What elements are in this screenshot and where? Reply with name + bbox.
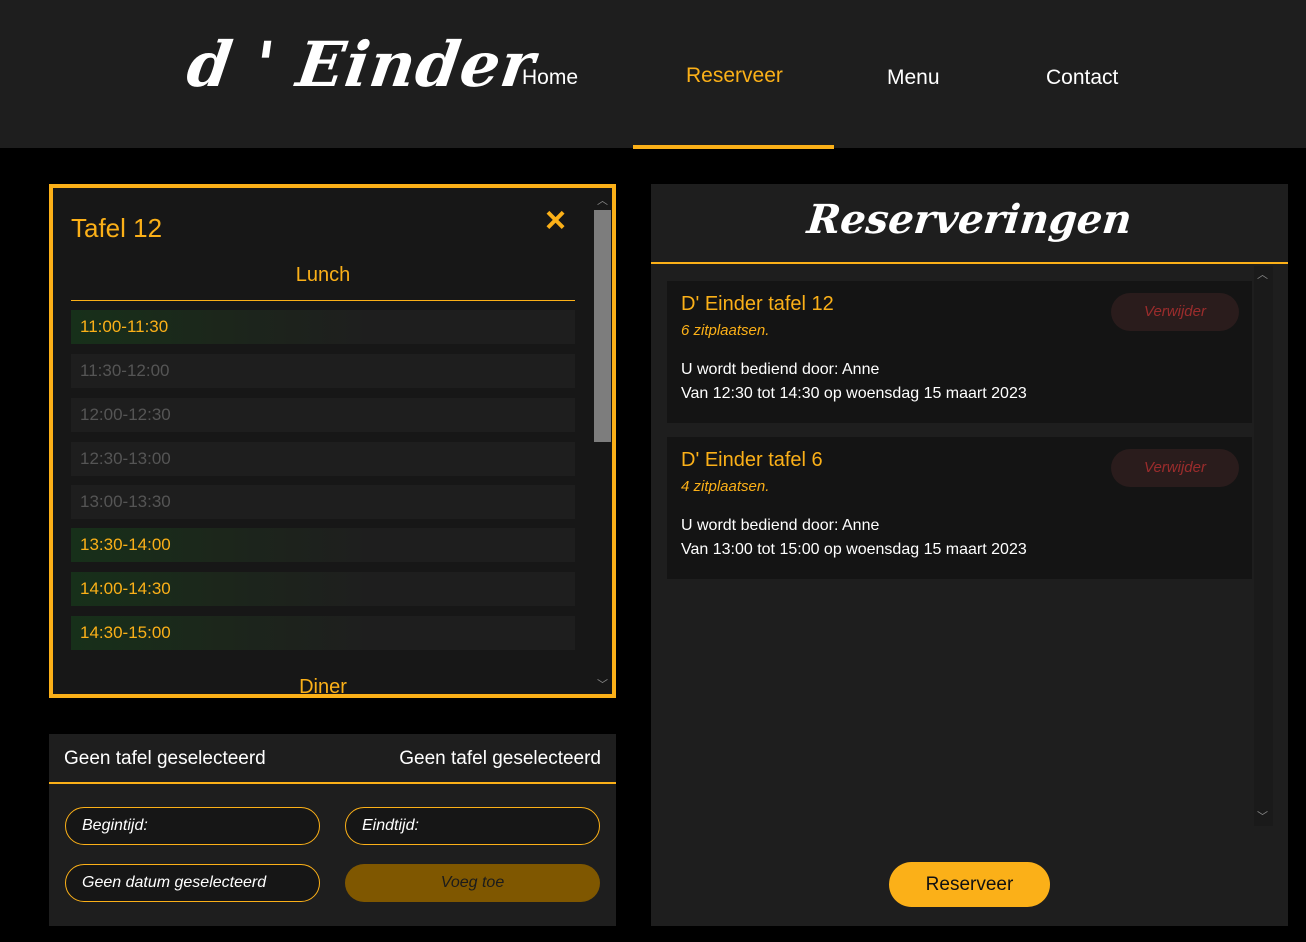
site-header: d ' Einder Home Reserveer Menu Contact [0, 0, 1306, 149]
time-slot[interactable]: 13:30-14:00 [71, 528, 575, 562]
nav-home[interactable]: Home [522, 66, 578, 90]
reservation-card: D' Einder tafel 12 6 zitplaatsen. U word… [667, 281, 1252, 423]
add-button[interactable]: Voeg toe [345, 864, 600, 902]
reservation-seats: 4 zitplaatsen. [681, 478, 770, 495]
reservations-title: Reserveringen [804, 196, 1135, 243]
date-field[interactable]: Geen datum geselecteerd [65, 864, 320, 902]
nav-menu[interactable]: Menu [887, 66, 940, 90]
reservation-waiter: U wordt bediend door: Anne [681, 517, 880, 534]
reservation-title: D' Einder tafel 6 [681, 449, 823, 471]
time-slot[interactable]: 14:30-15:00 [71, 616, 575, 650]
scrollbar-thumb[interactable] [594, 210, 611, 442]
reservation-card: D' Einder tafel 6 4 zitplaatsen. U wordt… [667, 437, 1252, 579]
reservations-panel: Reserveringen ︿ ﹀ D' Einder tafel 12 6 z… [651, 184, 1288, 926]
table-title: Tafel 12 [71, 213, 163, 243]
reservation-form: Geen tafel geselecteerd Geen tafel gesel… [49, 734, 616, 926]
reservation-title: D' Einder tafel 12 [681, 293, 834, 315]
reservations-scrollbar[interactable] [1254, 266, 1273, 826]
nav-reserveer[interactable]: Reserveer [686, 64, 783, 88]
table-detail-panel: Tafel 12 × Lunch 11:00-11:30 11:30-12:00… [49, 184, 616, 698]
logo[interactable]: d ' Einder [183, 28, 540, 101]
lunch-divider [71, 300, 575, 301]
diner-heading: Diner [299, 676, 347, 698]
time-slot: 12:30-13:00 [71, 442, 575, 476]
end-time-field[interactable]: Eindtijd: [345, 807, 600, 845]
reservation-seats: 6 zitplaatsen. [681, 322, 770, 339]
delete-reservation-button[interactable]: Verwijder [1111, 449, 1239, 487]
reservations-divider [651, 262, 1288, 264]
nav-active-indicator [633, 145, 834, 149]
close-icon[interactable]: × [545, 200, 566, 240]
delete-reservation-button[interactable]: Verwijder [1111, 293, 1239, 331]
scroll-up-icon[interactable]: ︿ [1257, 266, 1268, 282]
form-divider [49, 782, 616, 784]
reservation-time: Van 12:30 tot 14:30 op woensdag 15 maart… [681, 385, 1027, 402]
time-slot[interactable]: 14:00-14:30 [71, 572, 575, 606]
scroll-down-icon[interactable]: ﹀ [1257, 808, 1268, 824]
scroll-up-icon[interactable]: ︿ [597, 192, 608, 208]
reservation-time: Van 13:00 tot 15:00 op woensdag 15 maart… [681, 541, 1027, 558]
lunch-heading: Lunch [295, 264, 351, 286]
begin-time-field[interactable]: Begintijd: [65, 807, 320, 845]
time-slot: 11:30-12:00 [71, 354, 575, 388]
scroll-down-icon[interactable]: ﹀ [597, 676, 608, 692]
time-slot: 13:00-13:30 [71, 485, 575, 519]
time-slot: 12:00-12:30 [71, 398, 575, 432]
reservation-waiter: U wordt bediend door: Anne [681, 361, 880, 378]
nav-contact[interactable]: Contact [1046, 66, 1118, 90]
reserve-button[interactable]: Reserveer [889, 862, 1050, 907]
selected-table-status-right: Geen tafel geselecteerd [399, 748, 601, 769]
time-slot[interactable]: 11:00-11:30 [71, 310, 575, 344]
selected-table-status: Geen tafel geselecteerd [64, 748, 266, 769]
